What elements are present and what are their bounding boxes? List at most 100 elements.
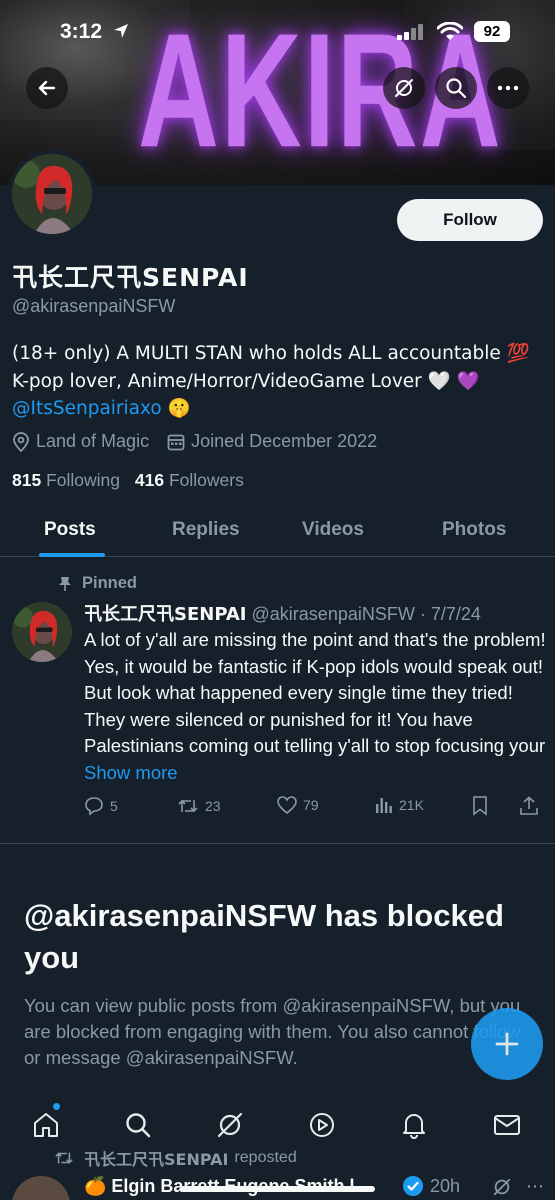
share-icon [520, 796, 538, 815]
follow-counts: 815 Following 416 Followers [12, 470, 244, 491]
nav-video[interactable] [305, 1108, 339, 1142]
back-button[interactable] [26, 67, 68, 109]
like-button[interactable]: 79 [277, 796, 319, 814]
repost-icon [55, 1152, 73, 1164]
tab-videos[interactable]: Videos [302, 519, 364, 541]
share-button[interactable] [520, 796, 538, 816]
like-icon [277, 796, 297, 814]
profile-meta: Land of Magic Joined December 2022 [12, 431, 395, 452]
section-divider [0, 843, 555, 844]
back-arrow-icon [38, 80, 56, 96]
repost-button[interactable]: 23 [177, 796, 221, 816]
show-more-link[interactable]: Show more [84, 762, 178, 783]
blocked-title: @akirasenpaiNSFW has blocked you [24, 898, 504, 975]
more-options-button[interactable] [487, 67, 529, 109]
explore-icon [126, 1113, 151, 1138]
home-icon [34, 1113, 58, 1137]
grok-icon [217, 1112, 243, 1138]
grok-button[interactable] [383, 67, 425, 109]
nav-messages[interactable] [490, 1108, 524, 1142]
post-author-name[interactable]: 卂长工尺卂SENPAI [84, 604, 247, 625]
search-icon [446, 78, 467, 99]
post-actions: 5 23 79 21K [84, 796, 544, 822]
blocked-description: You can view public posts from @akirasen… [24, 995, 521, 1068]
post-author-avatar[interactable] [12, 602, 72, 662]
profile-display-name: 卂长工尺卂SENPAI [12, 263, 249, 292]
tab-posts[interactable]: Posts [44, 519, 96, 541]
reply-count: 5 [110, 798, 118, 814]
next-post-time[interactable]: 20h [430, 1176, 460, 1197]
like-count: 79 [303, 797, 319, 813]
video-play-icon [310, 1113, 334, 1137]
views-button[interactable]: 21K [375, 796, 424, 814]
home-notification-dot [53, 1103, 60, 1110]
views-icon [376, 798, 392, 813]
bio-mention-link[interactable]: @ItsSenpairiaxo [12, 398, 162, 419]
repost-count: 23 [205, 798, 221, 814]
bookmark-button[interactable] [472, 796, 488, 816]
nav-notifications[interactable] [397, 1108, 431, 1142]
pinned-indicator: Pinned [58, 574, 137, 593]
followers-label: Followers [168, 470, 244, 490]
reposter-name[interactable]: 卂长工尺卂SENPAI [84, 1146, 228, 1170]
search-button[interactable] [435, 67, 477, 109]
reposted-label: reposted [234, 1149, 297, 1166]
location-icon [13, 431, 29, 452]
pin-icon [59, 576, 71, 591]
tab-photos[interactable]: Photos [442, 519, 506, 541]
followers-link[interactable]: 416 Followers [135, 470, 244, 490]
bio-text: (18+ only) A MULTI STAN who holds ALL ac… [12, 343, 530, 392]
avatar-image [12, 154, 92, 234]
following-link[interactable]: 815 Following [12, 470, 120, 490]
nav-home[interactable] [29, 1108, 63, 1142]
plus-icon [495, 1032, 519, 1056]
views-count: 21K [399, 797, 424, 813]
profile-bio: (18+ only) A MULTI STAN who holds ALL ac… [12, 340, 547, 423]
following-count: 815 [12, 470, 42, 490]
following-label: Following [46, 470, 121, 490]
post-author-handle[interactable]: @akirasenpaiNSFW [252, 604, 415, 624]
repost-icon [178, 799, 198, 813]
profile-tabs: Posts Replies Videos Photos [0, 505, 555, 557]
active-tab-indicator [39, 553, 105, 557]
avatar-image [12, 602, 72, 662]
verified-icon [403, 1176, 423, 1196]
home-indicator [180, 1186, 375, 1192]
profile-joined-date: Joined December 2022 [191, 431, 378, 451]
post-separator: · [414, 604, 431, 624]
notifications-icon [403, 1114, 425, 1139]
nav-grok[interactable] [213, 1108, 247, 1142]
profile-handle: @akirasenpaiNSFW [12, 296, 176, 316]
signal-icon [397, 24, 423, 40]
post-header: 卂长工尺卂SENPAI @akirasenpaiNSFW · 7/7/24 [84, 600, 481, 626]
grok-icon[interactable] [492, 1177, 512, 1197]
messages-icon [494, 1115, 520, 1135]
bio-text-end: 🤫 [161, 398, 191, 419]
follow-button[interactable]: Follow [397, 199, 543, 241]
profile-avatar[interactable] [8, 150, 96, 238]
wifi-icon [437, 22, 463, 40]
reply-button[interactable]: 5 [84, 796, 118, 816]
pinned-label: Pinned [82, 574, 138, 592]
battery-indicator: 92 [474, 21, 510, 42]
profile-location: Land of Magic [36, 431, 150, 451]
followers-count: 416 [134, 470, 165, 490]
post-body: A lot of y'all are missing the point and… [84, 629, 546, 756]
nav-explore[interactable] [121, 1108, 155, 1142]
grok-icon [395, 79, 413, 97]
calendar-icon [167, 434, 185, 450]
next-post-avatar[interactable] [12, 1176, 70, 1200]
more-icon [497, 85, 519, 91]
next-post-more-icon[interactable]: ⋯ [526, 1176, 544, 1197]
bookmark-icon [473, 796, 487, 816]
post-text[interactable]: A lot of y'all are missing the point and… [84, 627, 546, 786]
status-bar: 3:12 92 [0, 14, 555, 54]
status-time: 3:12 [60, 20, 103, 43]
post-date[interactable]: 7/7/24 [431, 604, 481, 624]
location-arrow-icon [114, 24, 128, 38]
reply-icon [85, 797, 103, 816]
tab-replies[interactable]: Replies [172, 519, 240, 541]
next-post-header[interactable]: 🍊 Elgin Barrett Eugene Smith l... 20h ⋯ [0, 1168, 555, 1200]
repost-indicator: 卂长工尺卂SENPAI reposted [54, 1146, 297, 1170]
compose-post-button[interactable] [471, 1008, 543, 1080]
